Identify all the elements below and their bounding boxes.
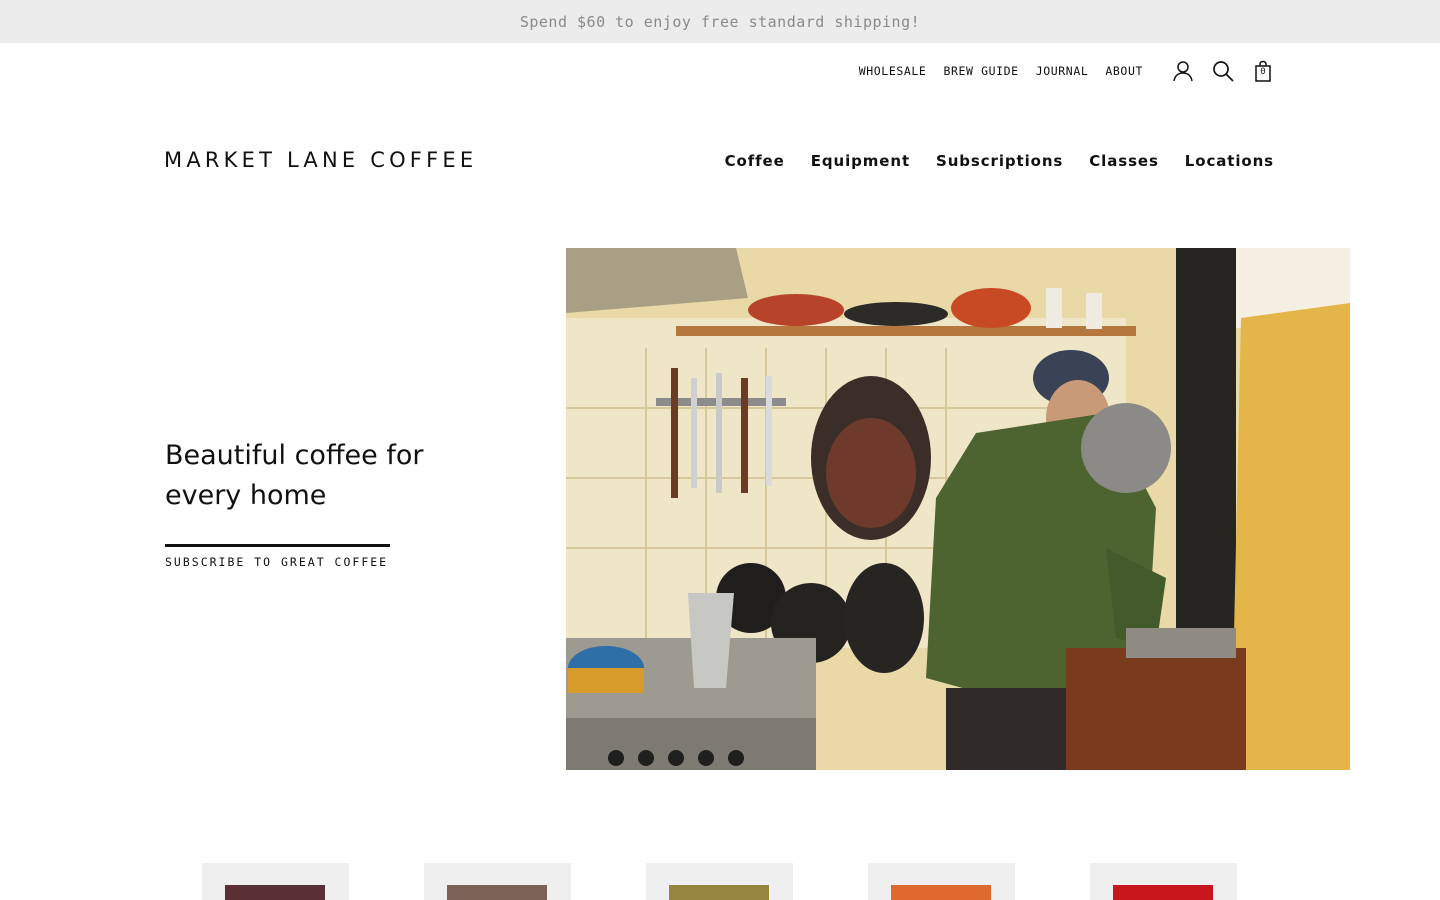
product-strip	[0, 863, 1440, 900]
coffee-bag-image	[669, 885, 769, 900]
announcement-bar: Spend $60 to enjoy free standard shippin…	[0, 0, 1440, 43]
hero-text: Beautiful coffee for every home SUBSCRIB…	[165, 436, 465, 571]
subscribe-cta-link[interactable]: SUBSCRIBE TO GREAT COFFEE	[165, 544, 390, 569]
nav-item-classes[interactable]: Classes	[1089, 152, 1159, 170]
utility-link-brew-guide[interactable]: BREW GUIDE	[943, 64, 1018, 78]
shopping-bag-icon[interactable]: 0	[1251, 59, 1275, 83]
header-icons: 0	[1171, 59, 1275, 83]
coffee-bag-image	[891, 885, 991, 900]
coffee-bag-image	[447, 885, 547, 900]
utility-link-about[interactable]: ABOUT	[1105, 64, 1143, 78]
utility-link-journal[interactable]: JOURNAL	[1036, 64, 1089, 78]
product-card[interactable]	[424, 863, 571, 900]
nav-item-subscriptions[interactable]: Subscriptions	[936, 152, 1063, 170]
cart-count: 0	[1260, 67, 1266, 77]
product-card[interactable]	[646, 863, 793, 900]
user-icon[interactable]	[1171, 59, 1195, 83]
utility-nav: WHOLESALE BREW GUIDE JOURNAL ABOUT 0	[842, 58, 1275, 84]
coffee-bag-image	[1113, 885, 1213, 900]
utility-link-wholesale[interactable]: WHOLESALE	[859, 64, 927, 78]
hero-image	[566, 248, 1350, 770]
coffee-bag-image	[225, 885, 325, 900]
product-card[interactable]	[202, 863, 349, 900]
nav-item-equipment[interactable]: Equipment	[811, 152, 910, 170]
main-nav: Coffee Equipment Subscriptions Classes L…	[725, 148, 1274, 174]
nav-item-coffee[interactable]: Coffee	[725, 152, 785, 170]
site-logo[interactable]: MARKET LANE COFFEE	[164, 148, 477, 172]
product-card[interactable]	[1090, 863, 1237, 900]
search-icon[interactable]	[1211, 59, 1235, 83]
hero-title: Beautiful coffee for every home	[165, 440, 424, 511]
product-card[interactable]	[868, 863, 1015, 900]
announcement-text: Spend $60 to enjoy free standard shippin…	[519, 12, 921, 31]
nav-item-locations[interactable]: Locations	[1185, 152, 1274, 170]
